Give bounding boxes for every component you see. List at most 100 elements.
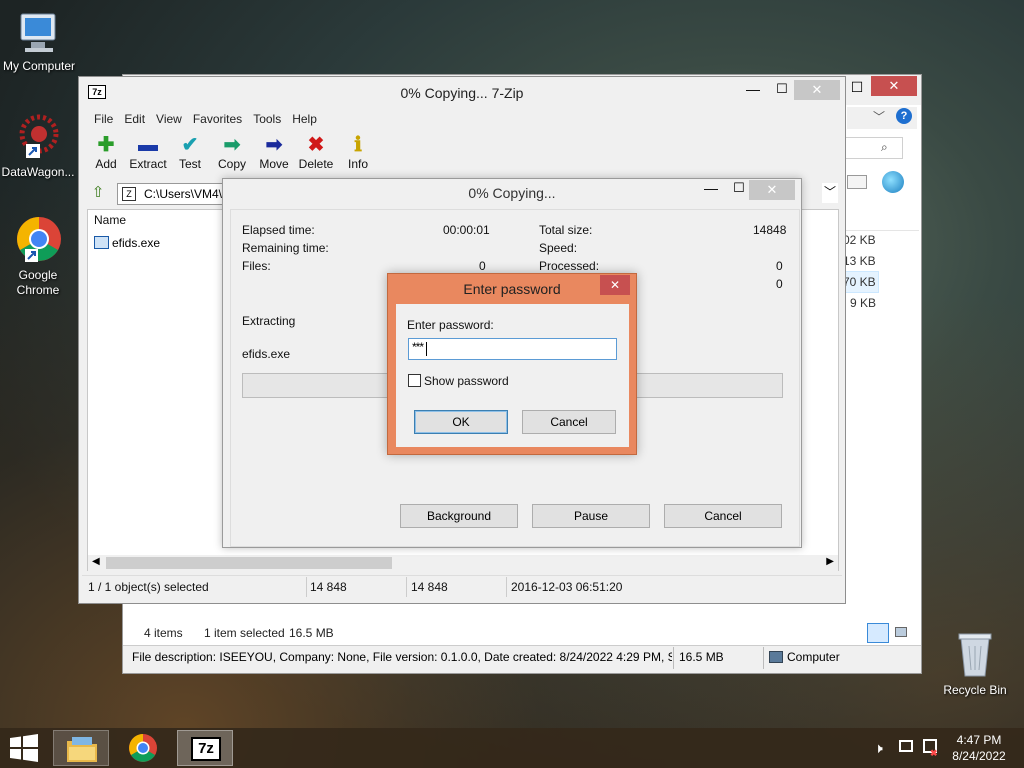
taskbar-file-explorer[interactable] <box>53 730 109 766</box>
details-view-icon[interactable] <box>867 623 889 643</box>
desktop-icon-label: DataWagon... <box>1 165 75 179</box>
toolbar-test-button[interactable]: ✔ Test <box>169 133 211 171</box>
path-input[interactable]: Z C:\Users\VM4\ <box>117 183 227 205</box>
total-size-value: 14848 <box>753 223 787 237</box>
alert-x-icon: ✖ <box>930 748 938 758</box>
divider <box>406 577 407 597</box>
processed-value: 0 <box>776 259 783 273</box>
files-value: 0 <box>479 259 486 273</box>
menu-edit[interactable]: Edit <box>124 112 145 126</box>
status-size: 14 848 <box>310 580 347 594</box>
size-cell: 02 KB <box>843 233 876 247</box>
show-password-checkbox[interactable] <box>408 374 421 387</box>
password-close-button[interactable]: ✕ <box>600 275 630 295</box>
password-dialog-title: Enter password <box>463 281 561 297</box>
folder-icon <box>67 737 97 762</box>
divider <box>506 577 507 597</box>
explorer-maximize-button[interactable]: ☐ <box>847 77 867 97</box>
toolbar-info-button[interactable]: ℹ Info <box>337 133 379 171</box>
password-input[interactable]: *** <box>408 338 617 360</box>
file-name: efids.exe <box>112 236 161 250</box>
explorer-selected-size: 16.5 MB <box>289 626 334 640</box>
menu-help[interactable]: Help <box>292 112 317 126</box>
recycle-bin-icon <box>958 633 992 677</box>
explorer-close-button[interactable]: ✕ <box>871 76 917 96</box>
divider <box>306 577 307 597</box>
toolbar-label: Extract <box>129 157 167 171</box>
exe-file-icon <box>94 236 109 249</box>
ok-button[interactable]: OK <box>414 410 508 434</box>
desktop-icon-google-chrome[interactable]: Google Chrome <box>0 215 76 298</box>
info-icon: ℹ <box>354 134 362 156</box>
toolbar-copy-button[interactable]: ➡ Copy <box>211 133 253 171</box>
path-dropdown-chevron-icon[interactable]: ﹀ <box>822 183 838 203</box>
minimize-button[interactable]: — <box>743 81 763 97</box>
progress-close-button[interactable]: ✕ <box>749 180 795 200</box>
column-header-name[interactable]: Name <box>94 213 126 227</box>
sevenzip-close-button[interactable]: ✕ <box>794 80 840 100</box>
search-icon[interactable]: ⌕ <box>881 140 888 155</box>
divider <box>763 647 764 669</box>
help-icon[interactable]: ? <box>896 108 912 124</box>
menu-favorites[interactable]: Favorites <box>193 112 242 126</box>
menu-view[interactable]: View <box>156 112 182 126</box>
volume-muted-icon[interactable]: 🕨 <box>874 740 883 757</box>
cancel-button[interactable]: Cancel <box>664 504 782 528</box>
clock[interactable]: 4:47 PM 8/24/2022 <box>940 733 1018 763</box>
up-folder-icon[interactable]: ⇧ <box>87 183 109 203</box>
elapsed-value: 00:00:01 <box>443 223 490 237</box>
explorer-item-count: 4 items <box>144 626 183 640</box>
scroll-right-icon[interactable]: ▶ <box>826 556 834 567</box>
windows-logo-icon <box>10 734 38 762</box>
chevron-down-icon[interactable]: ﹀ <box>873 108 885 125</box>
archive-icon: Z <box>122 187 136 201</box>
speed-label: Speed: <box>539 241 578 255</box>
password-mask: *** <box>412 340 424 354</box>
show-password-label[interactable]: Show password <box>424 374 509 388</box>
toolbar-add-button[interactable]: ✚ Add <box>85 133 127 171</box>
taskbar: 7z 🕨 ✖ 4:47 PM 8/24/2022 <box>0 728 1024 768</box>
pause-button[interactable]: Pause <box>532 504 650 528</box>
desktop-icon-datawagon[interactable]: DataWagon... <box>0 112 76 180</box>
list-item[interactable]: efids.exe <box>92 234 232 252</box>
maximize-button[interactable]: ☐ <box>772 81 792 97</box>
taskbar-7zip[interactable]: 7z <box>177 730 233 766</box>
status-modified: 2016-12-03 06:51:20 <box>511 580 623 594</box>
check-icon: ✔ <box>181 134 199 156</box>
minimize-button[interactable]: — <box>701 180 721 196</box>
desktop-icon-recycle-bin[interactable]: Recycle Bin <box>937 630 1013 698</box>
background-button[interactable]: Background <box>400 504 518 528</box>
clock-time: 4:47 PM <box>956 733 1002 747</box>
menu-tools[interactable]: Tools <box>253 112 281 126</box>
password-dialog[interactable]: Enter password ✕ Enter password: *** Sho… <box>387 273 637 455</box>
explorer-search-input[interactable] <box>839 137 903 159</box>
taskbar-chrome[interactable] <box>115 730 171 766</box>
toolbar-move-button[interactable]: ➡ Move <box>253 133 295 171</box>
start-button[interactable] <box>0 730 48 766</box>
toolbar-delete-button[interactable]: ✖ Delete <box>295 133 337 171</box>
horizontal-scrollbar[interactable]: ◀ ▶ <box>88 555 838 571</box>
menu-file[interactable]: File <box>94 112 113 126</box>
status-packed-size: 14 848 <box>411 580 448 594</box>
maximize-button[interactable]: ☐ <box>729 180 749 196</box>
toolbar-label: Test <box>178 157 201 171</box>
network-globe-icon[interactable] <box>882 171 904 193</box>
toolbar-extract-button[interactable]: ▬ Extract <box>127 133 169 171</box>
toolbar-label: Move <box>259 157 289 171</box>
password-cancel-button[interactable]: Cancel <box>522 410 616 434</box>
size-cell: 70 KB <box>843 275 876 289</box>
scrollbar-thumb[interactable] <box>106 557 392 569</box>
large-icons-view-icon[interactable] <box>891 623 911 643</box>
network-icon[interactable] <box>899 740 913 752</box>
view-options-icon[interactable] <box>847 175 867 189</box>
details-location: Computer <box>787 650 840 664</box>
current-file: efids.exe <box>242 347 291 361</box>
computer-icon <box>20 13 56 52</box>
desktop-icon-my-computer[interactable]: My Computer <box>1 10 77 74</box>
desktop-icon-label: Google Chrome <box>16 268 60 297</box>
toolbar-label: Delete <box>298 157 334 171</box>
password-dialog-body: Enter password: *** Show password OK Can… <box>396 304 629 447</box>
scroll-left-icon[interactable]: ◀ <box>92 556 100 567</box>
text-cursor <box>426 342 427 356</box>
toolbar-label: Copy <box>217 157 246 171</box>
